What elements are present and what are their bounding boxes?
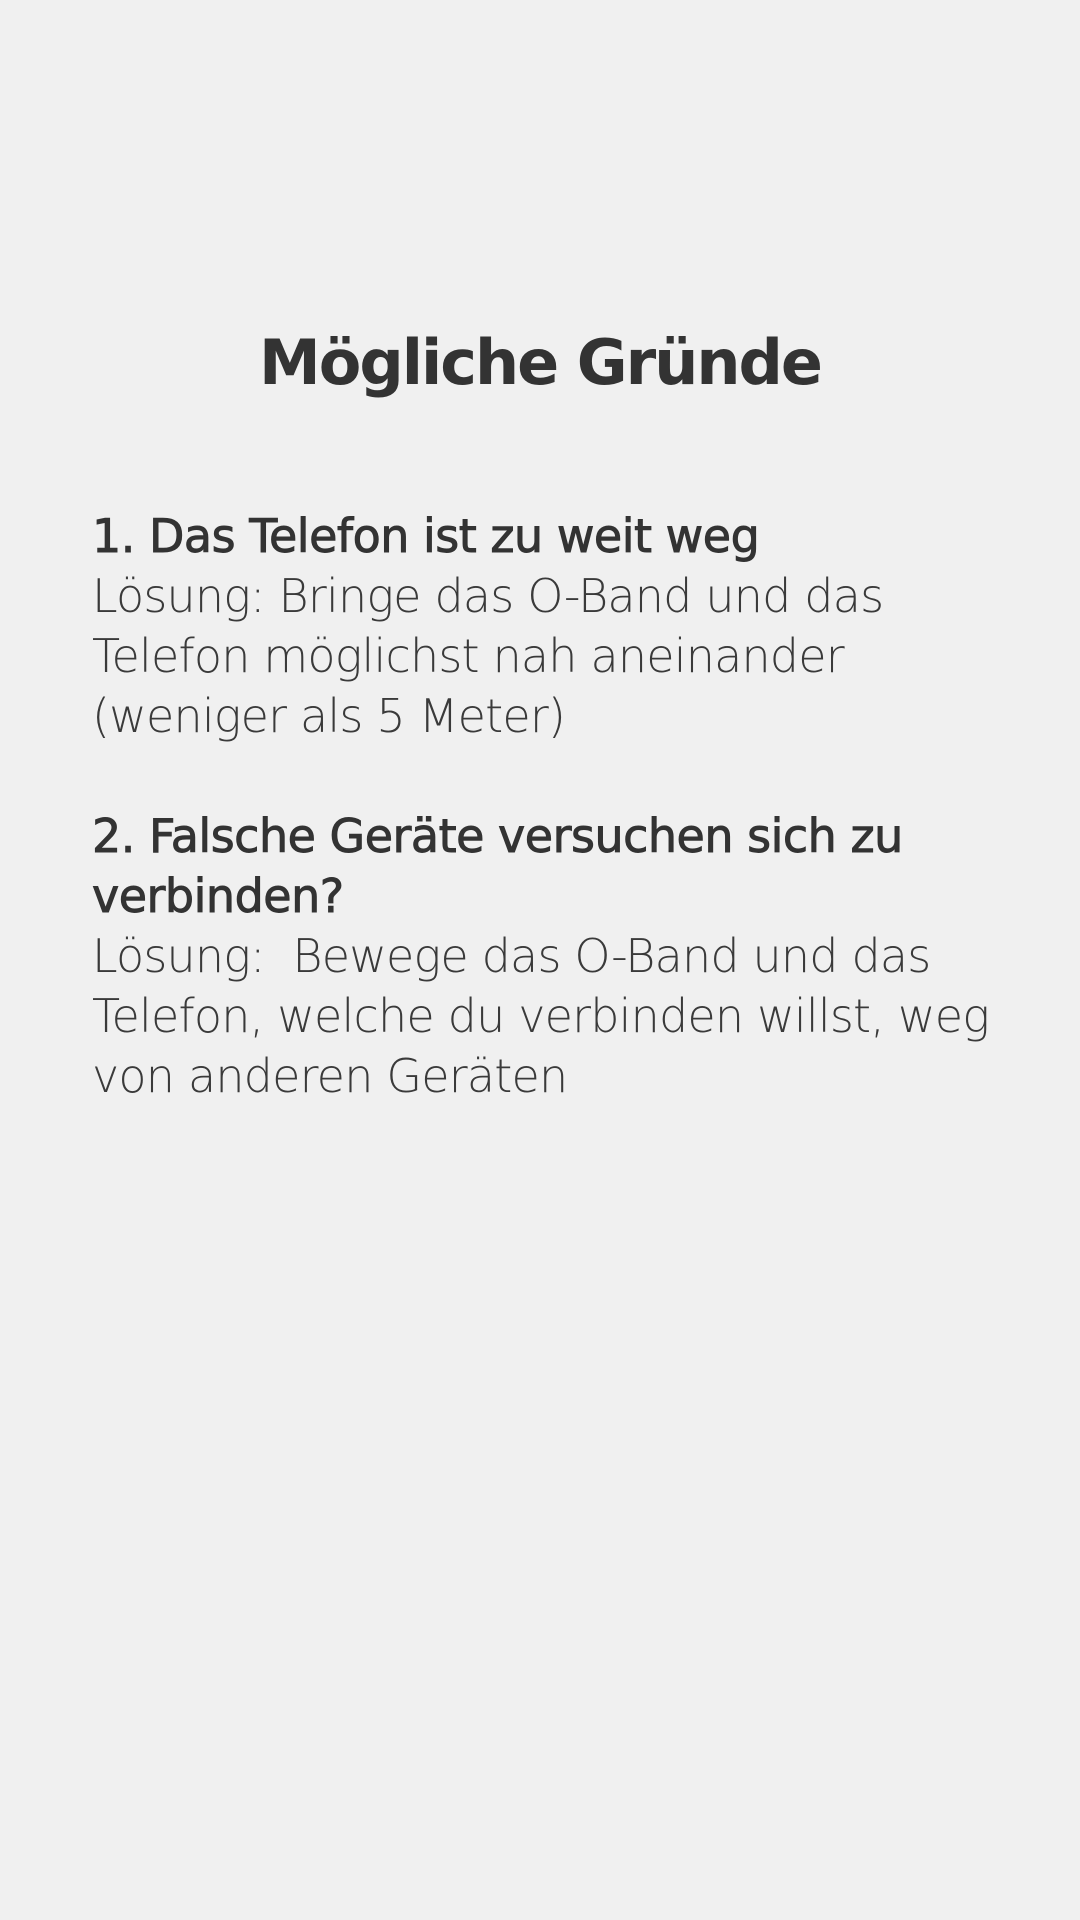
page-title: Mögliche Gründe [259,326,823,399]
reason-solution: Lösung: Bewege das O-Band und das Telefo… [92,929,1003,1103]
reason-heading: 1. Das Telefon ist zu weit weg [92,509,761,564]
reasons-list: 1. Das Telefon ist zu weit weg Lösung: B… [92,506,1022,1166]
reason-heading: 2. Falsche Geräte versuchen sich zu verb… [92,809,904,924]
reason-solution: Lösung: Bringe das O-Band und das Telefo… [92,569,898,743]
reason-item-too-far: 1. Das Telefon ist zu weit weg Lösung: B… [92,506,1022,746]
reason-item-wrong-devices: 2. Falsche Geräte versuchen sich zu verb… [92,806,1022,1106]
